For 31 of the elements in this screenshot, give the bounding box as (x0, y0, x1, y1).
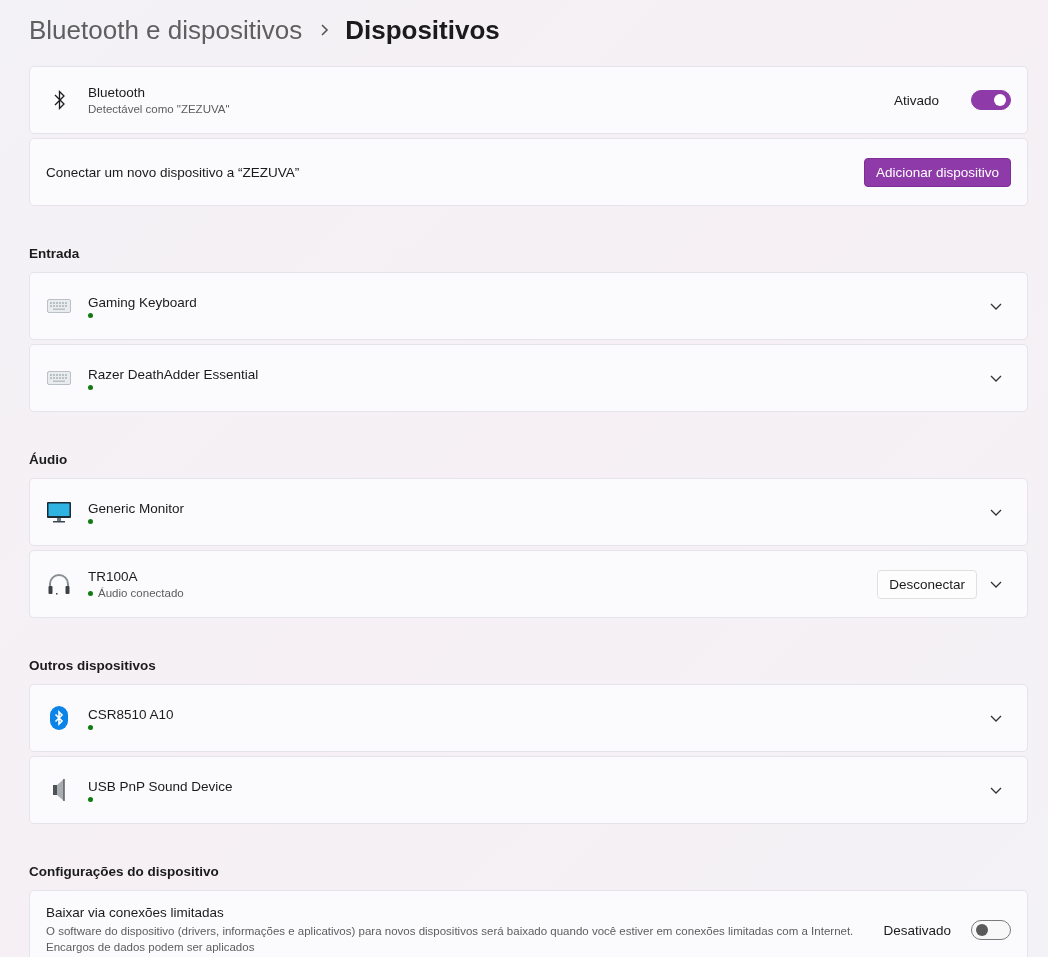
toggle-label: Desativado (883, 922, 951, 938)
keyboard-icon (47, 299, 71, 313)
setting-title: Bluetooth (88, 85, 147, 100)
setting-title: Baixar via conexões limitadas (46, 905, 225, 920)
device-name: CSR8510 A10 (88, 706, 175, 722)
toggle-label: Ativado (893, 92, 939, 108)
keyboard-icon (47, 371, 71, 385)
add-device-button[interactable]: Adicionar dispositivo (863, 157, 1011, 187)
headphones-icon (47, 573, 71, 595)
toggle-switch[interactable] (971, 920, 1011, 940)
section-title: Outros dispositivos (29, 658, 156, 673)
setting-subtitle: Detectável como "ZEZUVA" (88, 103, 231, 115)
section-title: Entrada (29, 246, 80, 261)
device-name: Generic Monitor (88, 500, 186, 516)
page-title: Dispositivos (345, 14, 500, 46)
disconnect-button[interactable]: Desconectar (877, 569, 977, 599)
device-name: USB PnP Sound Device (88, 778, 234, 794)
device-name: Gaming Keyboard (88, 294, 198, 310)
device-status: Áudio conectado (98, 587, 184, 599)
section-title: Configurações do dispositivo (29, 864, 219, 879)
speaker-icon (53, 778, 65, 802)
monitor-icon (47, 501, 71, 523)
section-title: Áudio (29, 452, 68, 467)
device-name: Razer DeathAdder Essential (88, 366, 260, 382)
setting-title: Conectar um novo dispositivo a “ZEZUVA” (46, 164, 301, 180)
setting-description: O software do dispositivo (drivers, informações e aplicativos) para novos dispositivos será baixado quando você estiver em conexões limitadas com a Internet. Encargos de dados podem ser aplicados (46, 924, 855, 955)
chevron-right-icon (320, 24, 330, 36)
breadcrumb-link[interactable]: Bluetooth e dispositivos (29, 14, 303, 46)
device-name: TR100A (88, 569, 139, 584)
toggle-switch[interactable] (971, 90, 1011, 110)
bluetooth-icon (50, 706, 68, 730)
